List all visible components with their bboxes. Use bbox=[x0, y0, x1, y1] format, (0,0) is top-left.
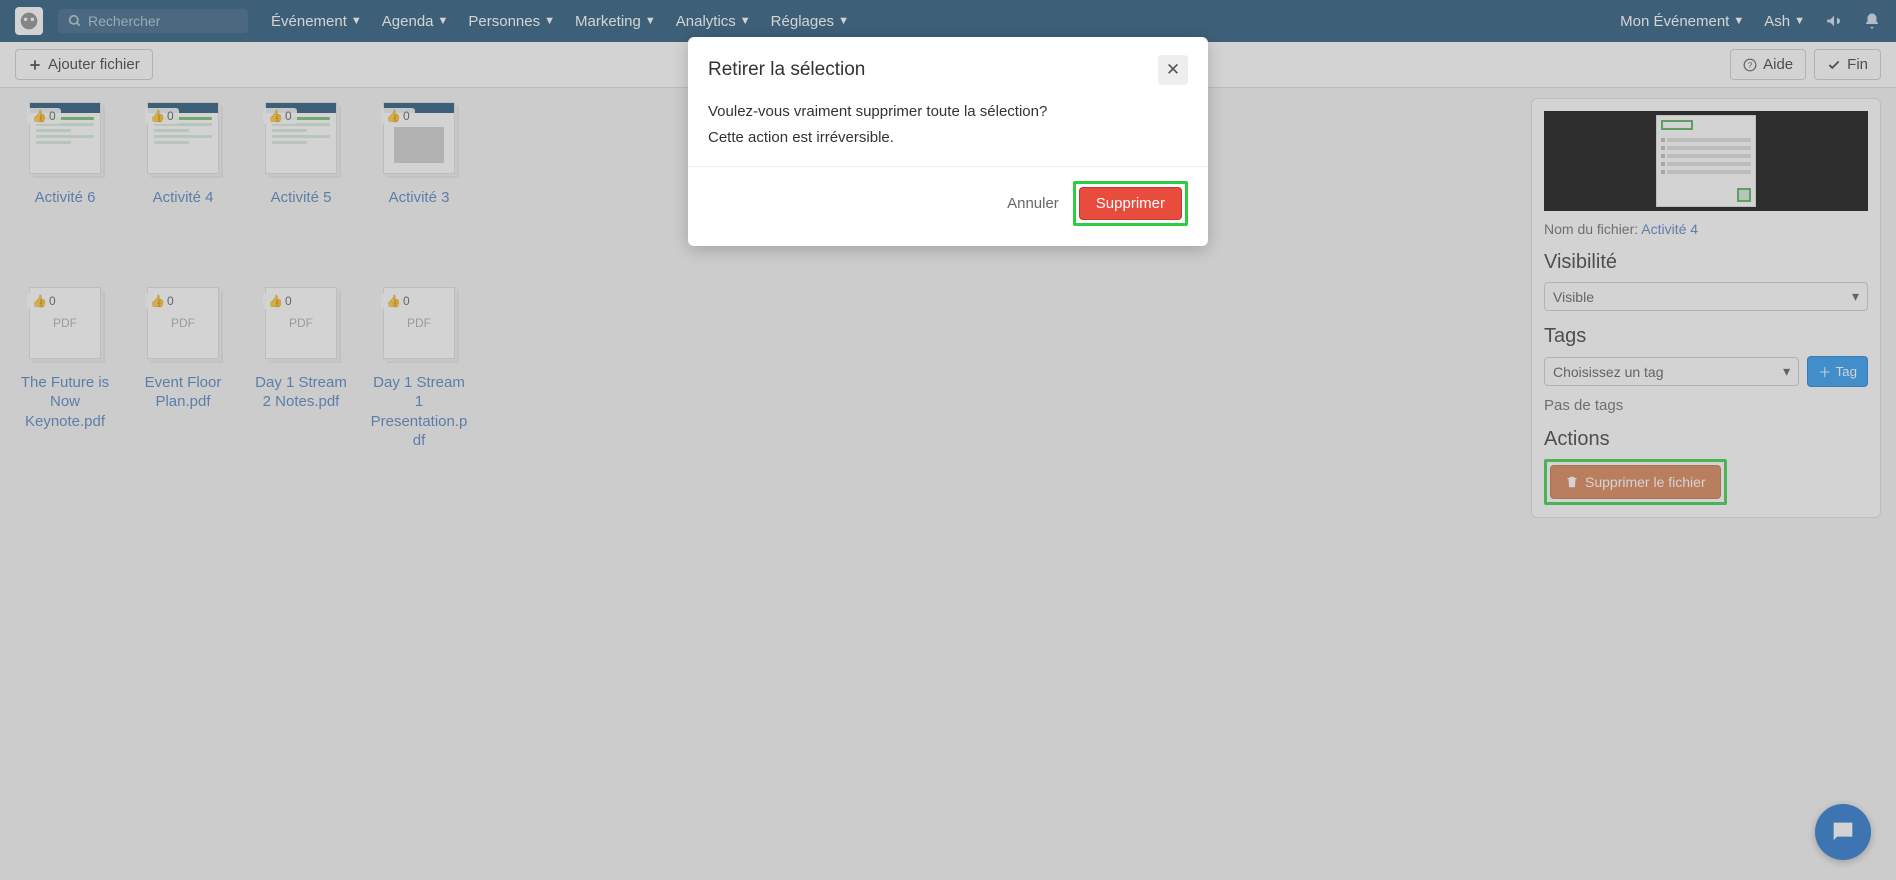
modal-confirm-button[interactable]: Supprimer bbox=[1079, 187, 1182, 220]
confirm-highlight: Supprimer bbox=[1073, 181, 1188, 226]
modal-line-1: Voulez-vous vraiment supprimer toute la … bbox=[708, 99, 1188, 125]
modal-title: Retirer la sélection bbox=[708, 59, 1158, 81]
close-icon: ✕ bbox=[1166, 60, 1180, 80]
modal-close-button[interactable]: ✕ bbox=[1158, 55, 1188, 85]
confirm-modal: Retirer la sélection ✕ Voulez-vous vraim… bbox=[688, 37, 1208, 246]
modal-line-2: Cette action est irréversible. bbox=[708, 125, 1188, 151]
modal-cancel-button[interactable]: Annuler bbox=[1007, 195, 1059, 212]
modal-body: Voulez-vous vraiment supprimer toute la … bbox=[688, 95, 1208, 167]
